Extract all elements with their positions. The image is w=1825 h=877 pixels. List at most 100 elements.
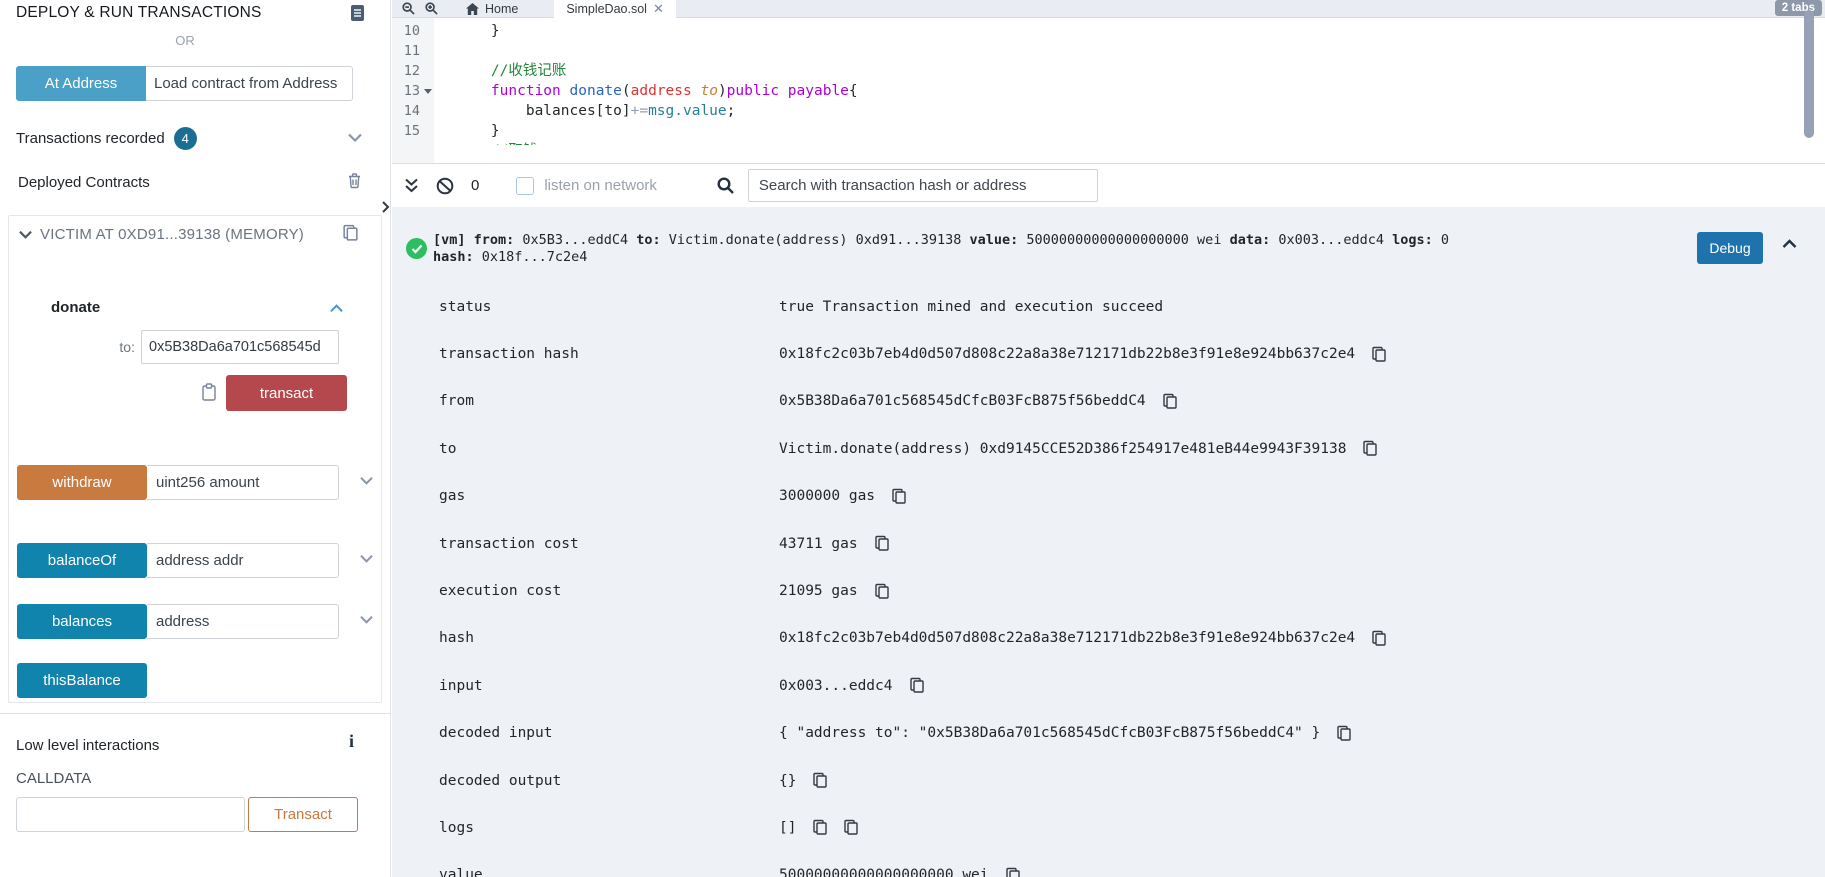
- code-line: 14 balances[to]+=msg.value;: [392, 101, 1805, 121]
- close-icon[interactable]: ✕: [653, 1, 664, 17]
- panel-divider: [0, 713, 391, 714]
- panel-title: DEPLOY & RUN TRANSACTIONS: [16, 4, 262, 22]
- copy-icon[interactable]: [843, 819, 859, 836]
- zoom-out-icon[interactable]: [402, 2, 415, 15]
- trash-icon[interactable]: [347, 172, 362, 189]
- code-line: 10 }: [392, 21, 1805, 41]
- function-row-withdraw: withdraw: [17, 465, 375, 500]
- search-icon: [717, 177, 734, 194]
- listen-network-checkbox[interactable]: [516, 177, 534, 195]
- calldata-input[interactable]: [16, 797, 245, 832]
- function-row-thisbalance: thisBalance: [17, 663, 375, 698]
- transactions-count-badge: 4: [174, 127, 197, 150]
- tx-detail-label: transaction cost: [439, 536, 779, 552]
- at-address-input[interactable]: [146, 66, 353, 101]
- chevron-down-icon[interactable]: [348, 133, 362, 142]
- code-line: //取钱: [392, 141, 1805, 145]
- tx-detail-row: hash 0x18fc2c03b7eb4d0d507d808c22a8a38e7…: [392, 615, 1825, 662]
- editor-code-lines: 10 }1112 //收钱记账13 function donate(addres…: [392, 21, 1805, 145]
- copy-icon[interactable]: [1336, 725, 1352, 742]
- copy-icon[interactable]: [812, 772, 828, 789]
- transact-button[interactable]: transact: [226, 375, 347, 411]
- function-row-balanceof: balanceOf: [17, 543, 375, 578]
- tx-detail-row: execution cost 21095 gas: [392, 567, 1825, 614]
- chevron-down-icon[interactable]: [360, 615, 373, 624]
- chevron-up-icon[interactable]: [1782, 239, 1797, 249]
- log-summary-line2: hash: 0x18f...7c2e4: [433, 249, 1683, 266]
- thisbalance-button[interactable]: thisBalance: [17, 663, 147, 698]
- tx-detail-label: from: [439, 393, 779, 409]
- copy-icon[interactable]: [1162, 393, 1178, 410]
- double-chevron-down-icon[interactable]: [404, 178, 419, 193]
- deploy-run-panel: DEPLOY & RUN TRANSACTIONS OR At Address …: [0, 0, 391, 877]
- editor-tabbar: Home SimpleDao.sol ✕ 2 tabs: [392, 0, 1825, 18]
- terminal-search-input[interactable]: [748, 169, 1098, 202]
- contract-instance-header[interactable]: VICTIM AT 0XD91...39138 (MEMORY): [19, 226, 304, 243]
- low-level-transact-button[interactable]: Transact: [248, 797, 358, 832]
- clipboard-icon[interactable]: [201, 383, 217, 402]
- tx-detail-row: logs []: [392, 804, 1825, 851]
- tx-detail-value: true Transaction mined and execution suc…: [779, 299, 1163, 315]
- calldata-row: Transact: [16, 797, 358, 832]
- tx-detail-copy-group: [1371, 630, 1387, 647]
- tx-detail-label: value: [439, 867, 779, 877]
- tab-simpledao[interactable]: SimpleDao.sol ✕: [554, 0, 676, 18]
- calldata-label: CALLDATA: [16, 770, 91, 787]
- debug-button[interactable]: Debug: [1697, 232, 1763, 264]
- fold-icon[interactable]: [424, 89, 432, 98]
- zoom-in-icon[interactable]: [425, 2, 438, 15]
- balances-input[interactable]: [147, 604, 339, 639]
- code-editor[interactable]: 10 }1112 //收钱记账13 function donate(addres…: [392, 18, 1825, 163]
- tab-file-label: SimpleDao.sol: [566, 2, 647, 16]
- balances-button[interactable]: balances: [17, 604, 147, 639]
- notepad-icon[interactable]: [349, 4, 366, 22]
- panel-header: DEPLOY & RUN TRANSACTIONS: [16, 4, 366, 22]
- copy-icon[interactable]: [1362, 440, 1378, 457]
- donate-to-input[interactable]: [141, 330, 339, 364]
- clear-console-icon[interactable]: [436, 177, 454, 195]
- info-icon[interactable]: i: [349, 731, 354, 752]
- tx-detail-row: from 0x5B38Da6a701c568545dCfcB03FcB875f5…: [392, 378, 1825, 425]
- tx-detail-value: 50000000000000000000 wei: [779, 867, 989, 877]
- copy-icon[interactable]: [891, 488, 907, 505]
- tx-detail-value: 0x5B38Da6a701c568545dCfcB03FcB875f56bedd…: [779, 393, 1146, 409]
- chevron-up-icon[interactable]: [330, 304, 343, 313]
- copy-icon[interactable]: [1371, 630, 1387, 647]
- panel-resize-handle[interactable]: [381, 200, 390, 214]
- transactions-recorded: Transactions recorded 4: [16, 127, 197, 150]
- tx-detail-row: transaction hash 0x18fc2c03b7eb4d0d507d8…: [392, 330, 1825, 377]
- tx-detail-row: transaction cost 43711 gas: [392, 520, 1825, 567]
- editor-scrollbar[interactable]: [1804, 10, 1814, 138]
- copy-icon[interactable]: [909, 677, 925, 694]
- copy-icon[interactable]: [342, 224, 359, 242]
- tx-detail-label: logs: [439, 820, 779, 836]
- copy-icon[interactable]: [1371, 346, 1387, 363]
- tx-summary[interactable]: [vm] from: 0x5B3...eddC4 to: Victim.dona…: [433, 232, 1683, 266]
- balanceof-input[interactable]: [147, 543, 339, 578]
- chevron-down-icon[interactable]: [360, 554, 373, 563]
- tx-detail-copy-group: [909, 677, 925, 694]
- tx-detail-copy-group: [1005, 867, 1021, 877]
- copy-icon[interactable]: [874, 535, 890, 552]
- copy-icon[interactable]: [1005, 867, 1021, 877]
- copy-icon[interactable]: [812, 819, 828, 836]
- tab-home-label: Home: [485, 2, 518, 16]
- terminal-log: [vm] from: 0x5B3...eddC4 to: Victim.dona…: [392, 207, 1825, 877]
- tx-detail-value: 3000000 gas: [779, 488, 875, 504]
- tx-detail-label: transaction hash: [439, 346, 779, 362]
- tx-detail-row: value 50000000000000000000 wei: [392, 852, 1825, 877]
- at-address-button[interactable]: At Address: [16, 66, 146, 101]
- tx-detail-row: decoded input { "address to": "0x5B38Da6…: [392, 710, 1825, 757]
- tx-detail-label: to: [439, 441, 779, 457]
- transactions-recorded-label: Transactions recorded: [16, 130, 165, 147]
- copy-icon[interactable]: [874, 583, 890, 600]
- chevron-down-icon[interactable]: [360, 476, 373, 485]
- terminal-count: 0: [471, 177, 479, 194]
- withdraw-button[interactable]: withdraw: [17, 465, 147, 500]
- low-level-title: Low level interactions: [16, 737, 159, 754]
- chevron-down-icon: [19, 230, 32, 239]
- tab-home[interactable]: Home: [456, 0, 528, 18]
- balanceof-button[interactable]: balanceOf: [17, 543, 147, 578]
- tx-detail-copy-group: [874, 583, 890, 600]
- withdraw-input[interactable]: [147, 465, 339, 500]
